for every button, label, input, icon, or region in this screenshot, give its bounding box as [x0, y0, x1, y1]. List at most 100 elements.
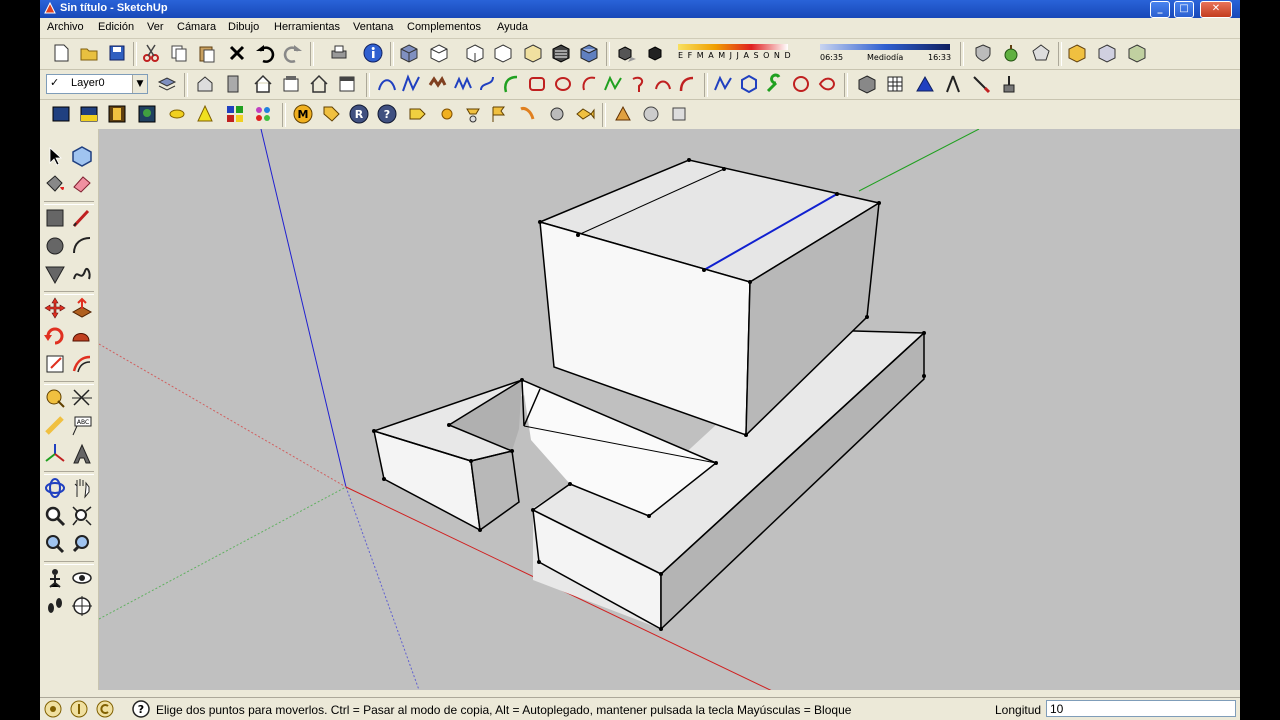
plugin-m-button[interactable]: M: [292, 103, 314, 125]
undo-button[interactable]: [254, 42, 276, 64]
circle-tool[interactable]: [42, 233, 68, 259]
styles-button[interactable]: [1126, 42, 1148, 64]
plugin-help-button[interactable]: ?: [376, 103, 398, 125]
model-canvas[interactable]: [99, 129, 1240, 690]
grid-box-button[interactable]: [884, 73, 906, 95]
scale-tool[interactable]: [42, 351, 68, 377]
circle-shape-button[interactable]: [552, 73, 574, 95]
arc-corner-button[interactable]: [676, 73, 698, 95]
hidden-line-button[interactable]: [550, 42, 572, 64]
polygon-tool-button[interactable]: [738, 73, 760, 95]
stamp-button[interactable]: [452, 73, 474, 95]
shadow-date-slider[interactable]: E F M A M J J A S O N D: [678, 44, 791, 64]
wrench-button[interactable]: [764, 73, 786, 95]
store-button[interactable]: [280, 73, 302, 95]
pen-button[interactable]: [970, 73, 992, 95]
right-view-button[interactable]: [492, 42, 514, 64]
menu-camara[interactable]: Cámara: [177, 21, 216, 33]
menu-complementos[interactable]: Complementos: [407, 21, 481, 33]
plugin-label-button[interactable]: [406, 103, 428, 125]
dimension-tool[interactable]: [69, 385, 95, 411]
minimize-button[interactable]: _: [1150, 1, 1170, 18]
zoom-tool[interactable]: [42, 503, 68, 529]
tree-button[interactable]: [136, 103, 158, 125]
rectangle-shape-button[interactable]: [526, 73, 548, 95]
paste-button[interactable]: [196, 42, 218, 64]
hook-button[interactable]: [628, 73, 650, 95]
maximize-button[interactable]: □: [1174, 1, 1194, 18]
tape-measure-tool[interactable]: [42, 385, 68, 411]
arc-small-button[interactable]: [652, 73, 674, 95]
geo-location-icon[interactable]: [44, 700, 62, 718]
color-dots-button[interactable]: [252, 103, 274, 125]
components-button[interactable]: [1066, 42, 1088, 64]
layer-select[interactable]: ✓ Layer0 ▼: [46, 74, 148, 94]
xray-button[interactable]: [522, 42, 544, 64]
plugin-fish-button[interactable]: [574, 103, 596, 125]
compass-button[interactable]: [942, 73, 964, 95]
close-button[interactable]: ✕: [1200, 1, 1232, 18]
anchor-button[interactable]: [998, 73, 1020, 95]
line-tool-2-button[interactable]: [712, 73, 734, 95]
plugin-sphere-button[interactable]: [436, 103, 458, 125]
follow-me-tool[interactable]: [69, 323, 95, 349]
freehand-green-button[interactable]: [602, 73, 624, 95]
menu-ventana[interactable]: Ventana: [353, 21, 393, 33]
zoom-extents-tool[interactable]: [42, 531, 68, 557]
menu-ayuda[interactable]: Ayuda: [497, 21, 528, 33]
plugin-move-button[interactable]: [612, 103, 634, 125]
door-button[interactable]: [222, 73, 244, 95]
scene-button-1[interactable]: [50, 103, 72, 125]
cut-button[interactable]: [140, 42, 162, 64]
previous-view-tool[interactable]: [69, 531, 95, 557]
plugin-scale-button[interactable]: [668, 103, 690, 125]
menu-edicion[interactable]: Edición: [98, 21, 134, 33]
color-blocks-button[interactable]: [224, 103, 246, 125]
walk-tool[interactable]: [42, 593, 68, 619]
circle-tool-2-button[interactable]: [790, 73, 812, 95]
redo-button[interactable]: [282, 42, 304, 64]
arc-tool[interactable]: [69, 233, 95, 259]
freehand-tool[interactable]: [69, 261, 95, 287]
sandbox-scratch-button[interactable]: [400, 73, 422, 95]
question-icon[interactable]: ?: [132, 700, 150, 718]
open-file-button[interactable]: [78, 42, 100, 64]
delete-button[interactable]: [226, 42, 248, 64]
menu-dibujo[interactable]: Dibujo: [228, 21, 259, 33]
plugin-tube-button[interactable]: [516, 103, 538, 125]
plugin-rotate-button[interactable]: [640, 103, 662, 125]
menu-herramientas[interactable]: Herramientas: [274, 21, 340, 33]
window-button[interactable]: [336, 73, 358, 95]
spinner-button[interactable]: [166, 103, 188, 125]
arc-red-button[interactable]: [578, 73, 600, 95]
position-camera-tool[interactable]: [42, 565, 68, 591]
text-tool[interactable]: ABC: [69, 413, 95, 439]
pan-tool[interactable]: [69, 475, 95, 501]
solid-box-button[interactable]: [856, 73, 878, 95]
orbit-tool[interactable]: [42, 475, 68, 501]
copy-button[interactable]: [168, 42, 190, 64]
move-tool[interactable]: [42, 295, 68, 321]
line-tool[interactable]: [69, 205, 95, 231]
iso-view-button[interactable]: [398, 42, 420, 64]
measurement-input[interactable]: 10: [1046, 700, 1236, 717]
shaded-button[interactable]: [578, 42, 600, 64]
look-around-button[interactable]: [1030, 42, 1052, 64]
section-plane-tool[interactable]: [69, 593, 95, 619]
materials-button[interactable]: [1096, 42, 1118, 64]
polygon-tool[interactable]: [42, 261, 68, 287]
arc-green-button[interactable]: [500, 73, 522, 95]
select-tool[interactable]: [42, 143, 68, 169]
save-button[interactable]: [106, 42, 128, 64]
shadow-settings-button[interactable]: [616, 42, 638, 64]
warehouse-button[interactable]: [194, 73, 216, 95]
walk-button[interactable]: [972, 42, 994, 64]
top-view-button[interactable]: [428, 42, 450, 64]
plugin-ball-button[interactable]: [546, 103, 568, 125]
new-file-button[interactable]: [50, 42, 72, 64]
scene-button-2[interactable]: [78, 103, 100, 125]
menu-ver[interactable]: Ver: [147, 21, 164, 33]
title-bar[interactable]: Sin título - SketchUp _ □ ✕: [40, 0, 1240, 18]
make-component-tool[interactable]: [69, 143, 95, 169]
layer-manager-button[interactable]: [156, 73, 178, 95]
